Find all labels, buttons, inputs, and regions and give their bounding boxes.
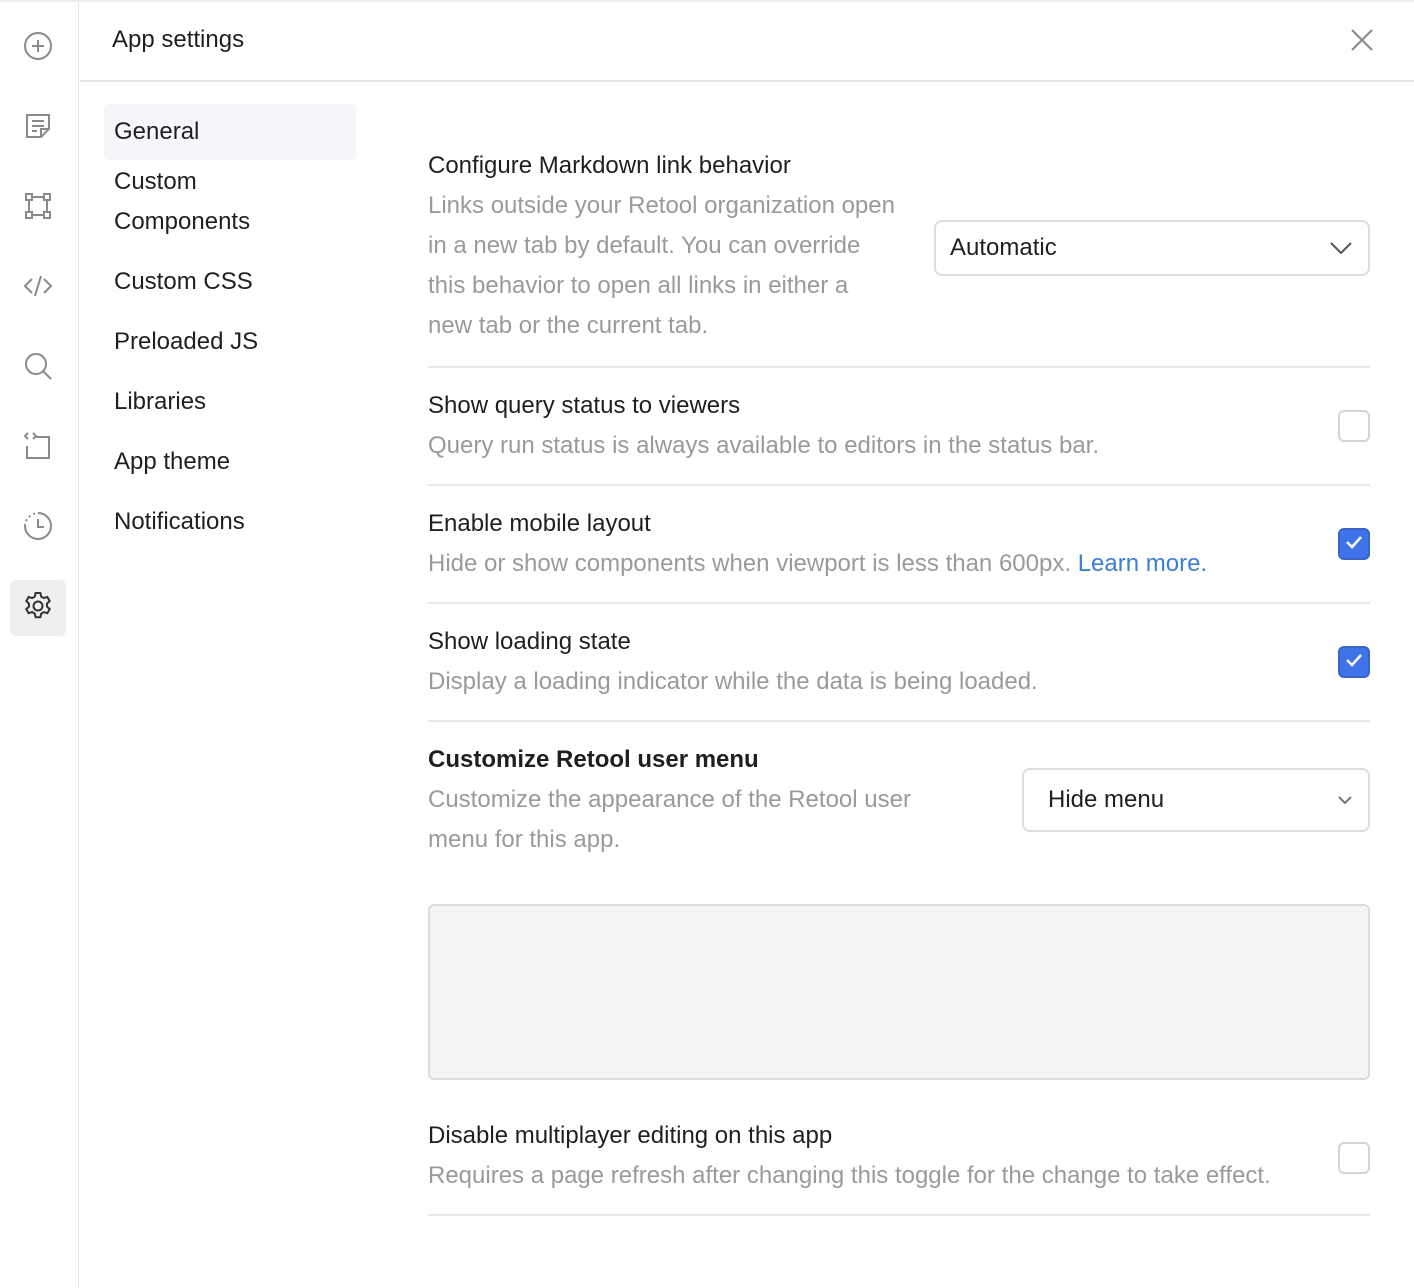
chevron-down-icon: [1338, 796, 1352, 804]
settings-nav: General Custom Components Custom CSS Pre…: [104, 104, 356, 542]
setting-query-status: Show query status to viewers Query run s…: [428, 368, 1370, 486]
multiplayer-checkbox[interactable]: [1338, 1142, 1370, 1174]
check-icon: [1345, 653, 1363, 672]
nav-item-preloaded-js[interactable]: Preloaded JS: [104, 322, 356, 362]
settings-header: App settings: [80, 2, 1414, 82]
code-icon: [22, 270, 54, 307]
settings-button[interactable]: [10, 580, 66, 636]
select-value: Hide menu: [1048, 786, 1165, 813]
component-tree-button[interactable]: [10, 180, 66, 236]
setting-title: Configure Markdown link behavior: [428, 152, 791, 179]
nav-item-notifications[interactable]: Notifications: [104, 502, 356, 542]
learn-more-link[interactable]: Learn more.: [1078, 550, 1207, 577]
icon-rail: [0, 2, 79, 1288]
nav-item-app-theme[interactable]: App theme: [104, 442, 356, 482]
setting-description: Customize the appearance of the Retool u…: [428, 786, 911, 853]
check-icon: [1345, 535, 1363, 554]
setting-multiplayer: Disable multiplayer editing on this app …: [428, 1104, 1370, 1216]
code-button[interactable]: [10, 260, 66, 316]
document-icon: [22, 110, 54, 147]
setting-loading-state: Show loading state Display a loading ind…: [428, 604, 1370, 722]
pages-button[interactable]: [10, 100, 66, 156]
user-menu-code-editor[interactable]: [428, 904, 1370, 1080]
add-component-button[interactable]: [10, 20, 66, 76]
close-icon: [1350, 28, 1374, 57]
setting-title: Disable multiplayer editing on this app: [428, 1122, 833, 1149]
loading-state-checkbox[interactable]: [1338, 646, 1370, 678]
component-frame-icon: [22, 190, 54, 227]
markdown-link-select[interactable]: Automatic: [934, 220, 1370, 276]
setting-description: Requires a page refresh after changing t…: [428, 1162, 1271, 1189]
setting-description: Hide or show components when viewport is…: [428, 544, 1370, 584]
gear-icon: [22, 590, 54, 627]
search-button[interactable]: [10, 340, 66, 396]
code-file-button[interactable]: [10, 420, 66, 476]
page-title: App settings: [112, 26, 245, 53]
nav-item-custom-components[interactable]: Custom Components: [104, 162, 356, 242]
nav-item-libraries[interactable]: Libraries: [104, 382, 356, 422]
code-file-icon: [22, 430, 54, 467]
setting-title: Show query status to viewers: [428, 392, 741, 419]
search-icon: [22, 350, 54, 387]
setting-title: Enable mobile layout: [428, 510, 651, 537]
close-button[interactable]: [1346, 26, 1378, 58]
nav-item-custom-css[interactable]: Custom CSS: [104, 262, 356, 302]
history-button[interactable]: [10, 500, 66, 556]
settings-content: Configure Markdown link behavior Links o…: [428, 146, 1370, 1216]
setting-title: Show loading state: [428, 628, 631, 655]
setting-markdown-links: Configure Markdown link behavior Links o…: [428, 146, 1370, 368]
select-value: Automatic: [950, 234, 1057, 261]
history-icon: [22, 510, 54, 547]
setting-description: Display a loading indicator while the da…: [428, 668, 1038, 695]
setting-description: Query run status is always available to …: [428, 432, 1100, 459]
user-menu-select[interactable]: Hide menu: [1022, 768, 1370, 832]
setting-description-text: Hide or show components when viewport is…: [428, 550, 1078, 577]
nav-item-general[interactable]: General: [104, 104, 356, 160]
setting-user-menu: Customize Retool user menu Customize the…: [428, 722, 1370, 1080]
setting-description: Links outside your Retool organization o…: [428, 192, 895, 339]
chevron-down-icon: [1330, 242, 1352, 254]
plus-circle-icon: [22, 30, 54, 67]
mobile-layout-checkbox[interactable]: [1338, 528, 1370, 560]
query-status-checkbox[interactable]: [1338, 410, 1370, 442]
setting-mobile-layout: Enable mobile layout Hide or show compon…: [428, 486, 1370, 604]
